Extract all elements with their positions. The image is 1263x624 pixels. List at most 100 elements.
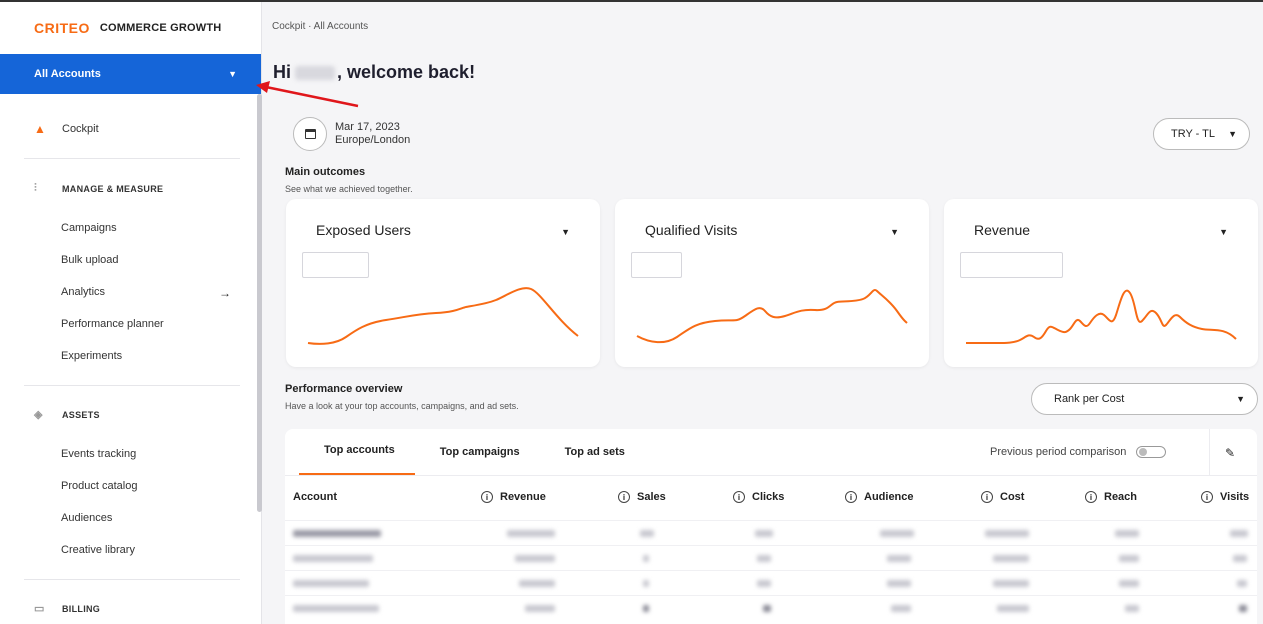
tab-top-accounts[interactable]: Top accounts [299, 444, 415, 475]
currency-value: TRY - TL [1171, 128, 1216, 140]
blurred-cell [515, 555, 555, 562]
comparison-label: Previous period comparison [990, 446, 1127, 458]
column-header-audience[interactable]: i Audience [845, 491, 914, 503]
blurred-cell [993, 580, 1029, 587]
column-label: Audience [864, 491, 914, 503]
blurred-cell [1115, 530, 1139, 537]
sidebar-item-audiences[interactable]: Audiences [61, 512, 231, 524]
previous-period-comparison: Previous period comparison [990, 446, 1167, 458]
blurred-cell [1230, 530, 1248, 537]
sidebar-item-bulk-upload[interactable]: Bulk upload [61, 254, 231, 266]
section-title: ASSETS [62, 409, 100, 420]
sidebar-item-product-catalog[interactable]: Product catalog [61, 480, 231, 492]
table-row[interactable] [285, 520, 1257, 545]
sidebar-item-label: Events tracking [61, 448, 137, 460]
column-label: Reach [1104, 491, 1138, 503]
table-row[interactable] [285, 545, 1257, 570]
sparkline-line [307, 287, 579, 345]
section-billing[interactable]: ▭ BILLING [34, 602, 100, 615]
sidebar-item-label: Experiments [61, 350, 123, 362]
sidebar-item-cockpit[interactable]: ▲ Cockpit [34, 122, 99, 136]
blurred-cell [640, 530, 654, 537]
sidebar-scrollbar[interactable] [257, 94, 262, 512]
column-label: Account [293, 491, 337, 503]
column-label: Clicks [752, 491, 785, 503]
sparkline-line [966, 289, 1237, 344]
main-content: Cockpit · All Accounts Hi , welcome back… [263, 2, 1263, 624]
main-outcomes-subtitle: See what we achieved together. [285, 184, 413, 194]
sparkline-exposed-users [307, 287, 579, 345]
section-title: BILLING [62, 603, 101, 614]
timezone-value: Europe/London [335, 134, 411, 146]
outcome-card-exposed-users: Exposed Users ▼ [286, 199, 600, 367]
sidebar: CRITEO COMMERCE GROWTH All Accounts ▼ ▲ … [0, 2, 262, 624]
table-row[interactable] [285, 570, 1257, 595]
brand[interactable]: CRITEO COMMERCE GROWTH [0, 2, 261, 54]
sidebar-item-experiments[interactable]: Experiments [61, 350, 231, 362]
blurred-cell [997, 605, 1029, 612]
column-header-revenue[interactable]: i Revenue [481, 491, 546, 503]
account-selector-label: All Accounts [34, 68, 101, 80]
blurred-cell [757, 555, 771, 562]
blurred-cell [757, 580, 771, 587]
outcome-card-qualified-visits: Qualified Visits ▼ [615, 199, 929, 367]
table-row[interactable] [285, 595, 1257, 620]
tab-top-ad-sets[interactable]: Top ad sets [540, 446, 645, 475]
section-title: MANAGE & MEASURE [62, 183, 164, 194]
sparkline-revenue [966, 289, 1237, 344]
sidebar-item-performance-planner[interactable]: Performance planner [61, 318, 231, 330]
sidebar-item-label: Analytics [61, 286, 106, 298]
column-label: Visits [1220, 491, 1250, 503]
column-label: Sales [637, 491, 666, 503]
sidebar-item-events-tracking[interactable]: Events tracking [61, 448, 231, 460]
chevron-down-icon: ▼ [1228, 129, 1237, 139]
date-picker[interactable]: Mar 17, 2023 Europe/London [293, 117, 410, 151]
blurred-cell [293, 605, 379, 612]
info-icon: i [845, 491, 857, 503]
info-icon: i [981, 491, 993, 503]
column-header-reach[interactable]: i Reach [1085, 491, 1137, 503]
blurred-cell [891, 605, 911, 612]
account-selector[interactable]: All Accounts ▼ [0, 54, 261, 94]
blurred-cell [993, 555, 1029, 562]
breadcrumb: Cockpit · All Accounts [272, 21, 369, 32]
blurred-cell [880, 530, 914, 537]
blurred-cell [519, 580, 555, 587]
column-header-cost[interactable]: i Cost [981, 491, 1024, 503]
column-label: Cost [1000, 491, 1025, 503]
column-header-sales[interactable]: i Sales [618, 491, 666, 503]
sidebar-item-campaigns[interactable]: Campaigns [61, 222, 231, 234]
pencil-icon[interactable]: ✎ [1225, 446, 1235, 460]
blurred-cell [887, 555, 911, 562]
performance-overview-subtitle: Have a look at your top accounts, campai… [285, 401, 519, 411]
sidebar-item-label: Cockpit [62, 123, 99, 135]
column-header-clicks[interactable]: i Clicks [733, 491, 784, 503]
section-assets: ◈ ASSETS [34, 408, 100, 421]
currency-select[interactable]: TRY - TL ▼ [1153, 118, 1250, 150]
comparison-toggle[interactable] [1136, 446, 1167, 458]
blurred-cell [525, 605, 555, 612]
info-icon: i [481, 491, 493, 503]
date-info: Mar 17, 2023 Europe/London [335, 121, 410, 147]
performance-tabs: Top accounts Top campaigns Top ad sets [299, 429, 645, 475]
pulse-icon: ⫶ [34, 182, 38, 194]
sidebar-item-creative-library[interactable]: Creative library [61, 544, 231, 556]
calendar-icon [293, 117, 327, 151]
info-icon: i [1201, 491, 1213, 503]
sidebar-item-label: Performance planner [61, 318, 164, 330]
column-header-visits[interactable]: i Visits [1201, 491, 1249, 503]
column-header-account[interactable]: Account [293, 491, 337, 503]
performance-overview-title: Performance overview [285, 383, 403, 395]
rank-select[interactable]: Rank per Cost ▼ [1031, 383, 1258, 415]
toggle-knob [1139, 448, 1148, 456]
sidebar-item-analytics[interactable]: Analytics → [61, 286, 231, 300]
blurred-cell [643, 580, 649, 587]
sidebar-divider [24, 158, 240, 159]
column-label: Revenue [500, 491, 546, 503]
blurred-cell [507, 530, 555, 537]
blurred-cell [293, 580, 369, 587]
top-border [0, 0, 1263, 2]
blurred-cell [293, 555, 373, 562]
blurred-cell [1125, 605, 1139, 612]
tab-top-campaigns[interactable]: Top campaigns [415, 446, 540, 475]
